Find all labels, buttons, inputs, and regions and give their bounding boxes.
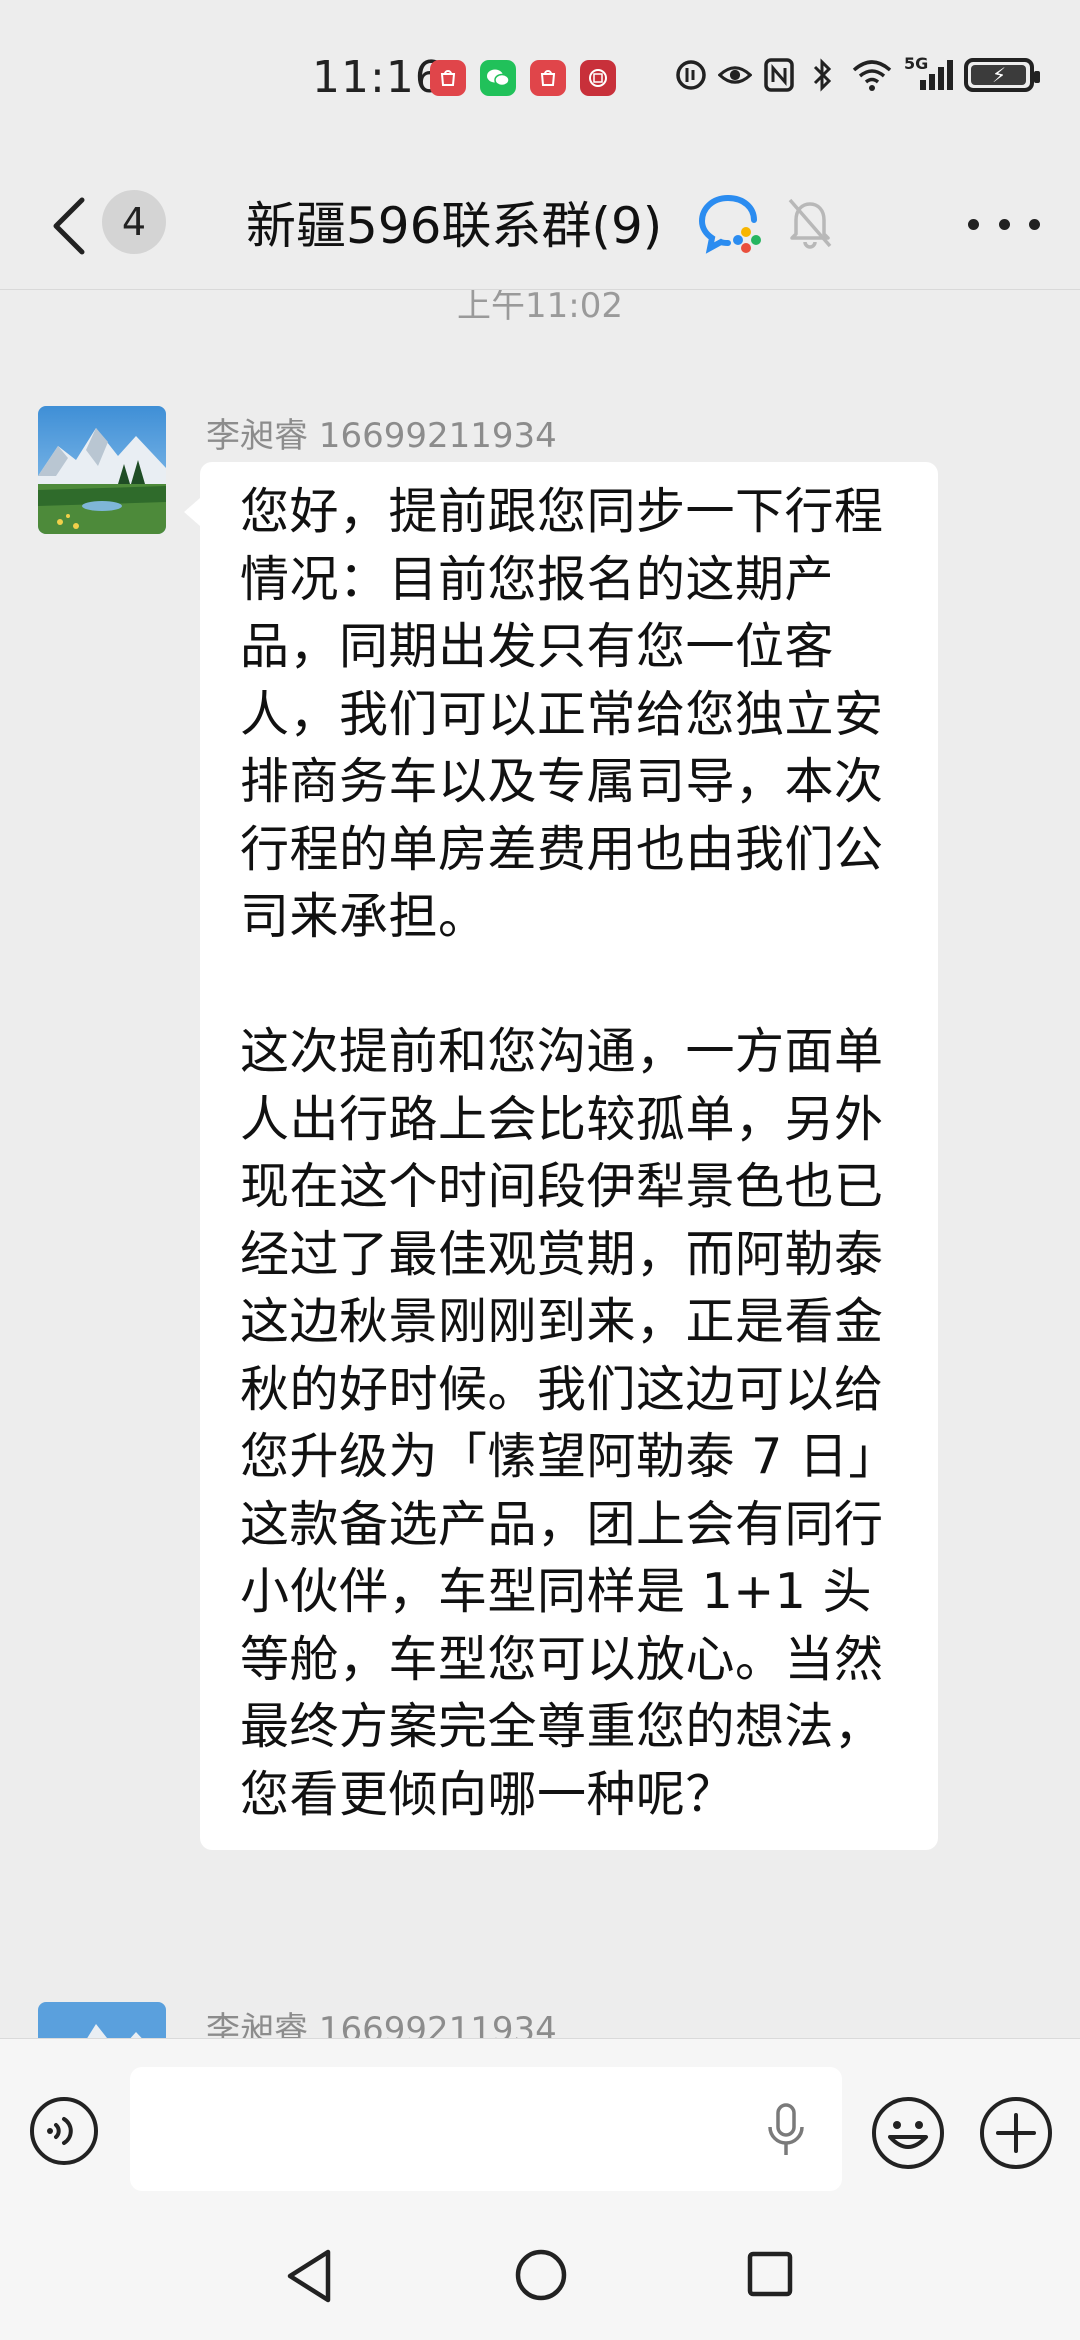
status-bar: 11:16 5G ⚡ (0, 0, 1080, 160)
chat-header: 4 新疆596联系群(9) (0, 160, 1080, 290)
nfc-icon (762, 58, 796, 92)
system-icons: 5G ⚡ (674, 54, 1040, 92)
cellular-signal-icon: 5G (904, 54, 954, 92)
huawei-appgallery-icon (430, 60, 466, 96)
nav-recent-apps-button[interactable] (746, 2250, 794, 2298)
wecom-icon[interactable] (698, 190, 764, 256)
nav-home-button[interactable] (514, 2248, 568, 2302)
chat-screen: 11:16 5G ⚡ 4 新疆596联系群(9) 上午11:02 李昶睿 166… (0, 0, 1080, 2340)
notification-icons (430, 60, 616, 96)
voice-icon (30, 2097, 98, 2165)
more-options-button[interactable] (968, 194, 1040, 254)
bell-muted-icon (786, 196, 834, 250)
plus-icon (980, 2097, 1052, 2169)
more-dots-icon (968, 218, 979, 230)
voice-input-button[interactable] (28, 2095, 100, 2167)
chevron-left-icon (53, 197, 85, 255)
sender-avatar[interactable] (38, 2002, 166, 2038)
triangle-back-icon (287, 2249, 331, 2303)
square-recent-icon (747, 2251, 793, 2297)
message-list[interactable]: 上午11:02 李昶睿 16699211934 您好，提前跟您同步一下行程情况：… (0, 290, 1080, 2038)
data-saver-icon (674, 58, 708, 92)
emoji-icon (872, 2097, 944, 2169)
wifi-icon (850, 58, 894, 92)
message-text-paragraph: 这次提前和您沟通，一方面单人出行路上会比较孤单，另外现在这个时间段伊犁景色也已经… (240, 1023, 898, 1823)
system-navigation-bar (0, 2238, 1080, 2340)
message-input-bar (0, 2038, 1080, 2238)
message-text-paragraph: 您好，提前跟您同步一下行程情况：目前您报名的这期产品，同期出发只有您一位客人，我… (240, 483, 884, 945)
emoji-button[interactable] (870, 2095, 946, 2171)
sender-name: 李昶睿 16699211934 (206, 2010, 557, 2038)
sender-name: 李昶睿 16699211934 (206, 416, 557, 456)
message-timestamp: 上午11:02 (457, 290, 623, 326)
huawei-appgallery-icon (530, 60, 566, 96)
message-bubble[interactable]: 您好，提前跟您同步一下行程情况：目前您报名的这期产品，同期出发只有您一位客人，我… (184, 462, 938, 1850)
back-button[interactable] (40, 188, 100, 264)
message-input[interactable] (130, 2067, 842, 2191)
signal-type-label: 5G (904, 54, 929, 73)
status-time: 11:16 (312, 52, 444, 103)
battery-icon: ⚡ (964, 58, 1040, 92)
eye-comfort-icon (718, 58, 752, 92)
more-functions-button[interactable] (978, 2095, 1054, 2171)
bluetooth-icon (806, 58, 840, 92)
microphone-icon[interactable] (764, 2103, 808, 2159)
chat-title[interactable]: 新疆596联系群(9) (246, 186, 662, 258)
circle-home-icon (515, 2249, 567, 2301)
nav-back-button[interactable] (282, 2246, 338, 2306)
sender-avatar[interactable] (38, 406, 166, 534)
wechat-icon (480, 60, 516, 96)
app-notification-icon (580, 60, 616, 96)
unread-count-badge[interactable]: 4 (102, 190, 166, 254)
